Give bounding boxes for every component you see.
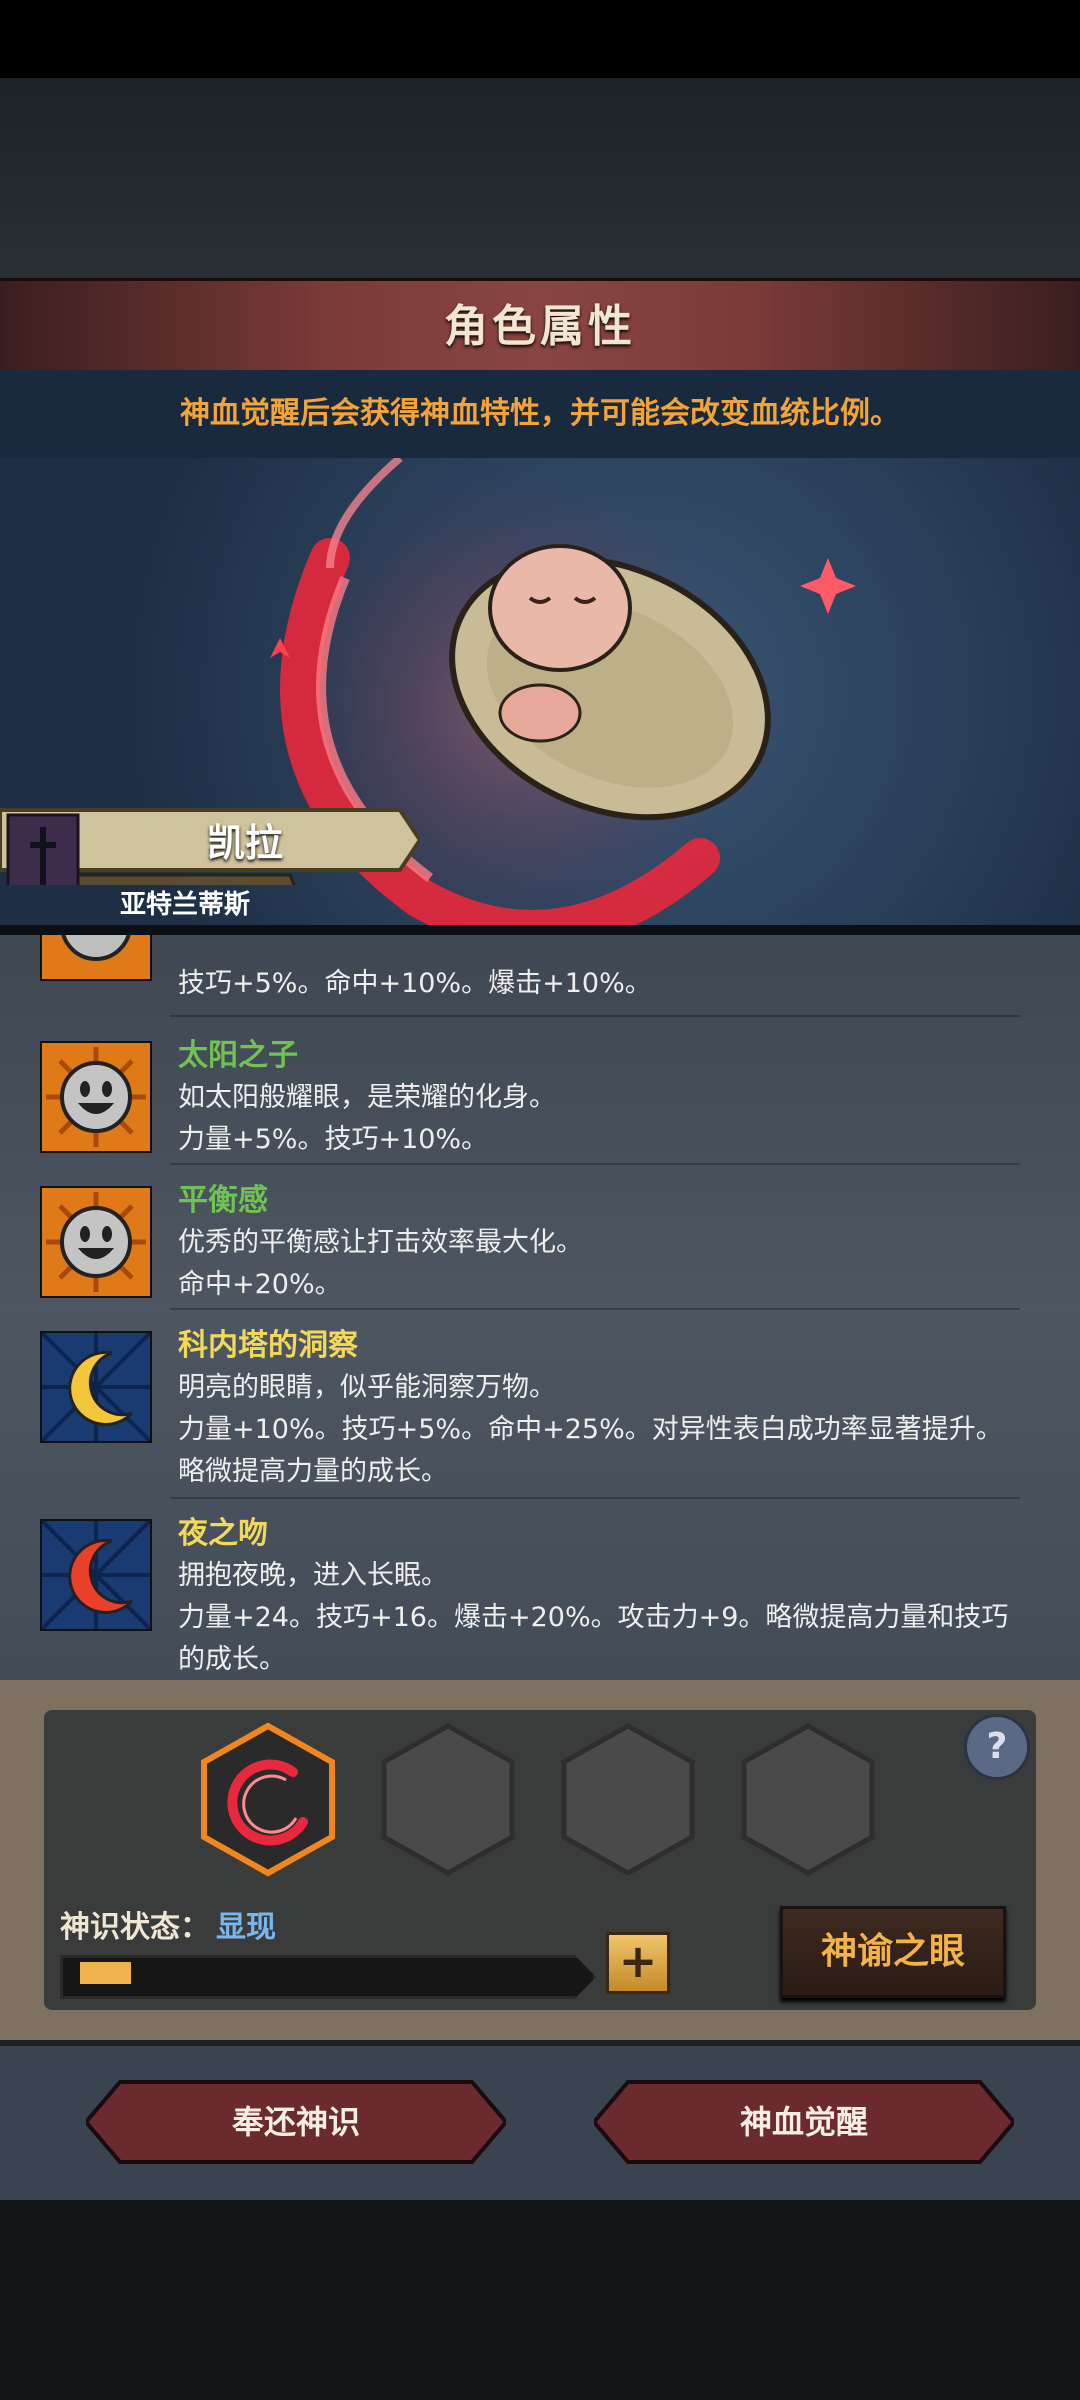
trait-description: 拥抱夜晚，进入长眠。 (178, 1560, 448, 1591)
trait-effect: 力量+5%。技巧+10%。 (178, 1124, 489, 1155)
divider (170, 1308, 1020, 1310)
divider (170, 1497, 1020, 1499)
blood-awaken-label: 神血觉醒 (739, 2103, 868, 2141)
divine-progress-bar (60, 1955, 596, 1999)
trait-effect: 的成长。 (178, 1644, 286, 1675)
divine-progress-fill (80, 1962, 131, 1984)
header-banner: 角色属性 (0, 278, 1080, 376)
bottom-background (0, 2200, 1080, 2400)
character-name: 凯拉 (206, 821, 283, 865)
trait-name: 太阳之子 (178, 1038, 298, 1073)
help-icon[interactable]: ? (964, 1714, 1030, 1780)
golden-crescent-icon (40, 1331, 152, 1443)
trait-name: 夜之吻 (178, 1516, 268, 1551)
background (0, 78, 1080, 278)
trait-description: 优秀的平衡感让打击效率最大化。 (178, 1227, 583, 1258)
list-item: 技巧+5%。命中+10%。爆击+10%。 (40, 935, 1050, 1013)
trait-effect: 命中+20%。 (178, 1269, 342, 1300)
status-bar (0, 0, 1080, 78)
trait-description: 如太阳般耀眼，是荣耀的化身。 (178, 1082, 556, 1113)
list-item: 夜之吻 拥抱夜晚，进入长眠。 力量+24。技巧+16。爆击+20%。攻击力+9。… (40, 1513, 1050, 1680)
red-crescent-icon (40, 1519, 152, 1631)
oracle-eye-button[interactable]: 神谕之眼 (780, 1906, 1006, 1998)
divider (0, 925, 1080, 935)
trait-effect: 力量+10%。技巧+5%。命中+25%。对异性表白成功率显著提升。 (178, 1414, 1003, 1445)
awakening-notice: 神血觉醒后会获得神血特性，并可能会改变血统比例。 (0, 370, 1080, 458)
trait-list[interactable]: 技巧+5%。命中+10%。爆击+10%。 太阳之子 如太阳般耀眼，是荣耀的化身。… (0, 935, 1080, 1680)
list-item: 科内塔的洞察 明亮的眼睛，似乎能洞察万物。 力量+10%。技巧+5%。命中+25… (40, 1325, 1050, 1495)
smiley-sun-icon (40, 1041, 152, 1153)
page-title: 角色属性 (444, 301, 636, 352)
divine-slot-filled[interactable] (198, 1722, 338, 1877)
trait-name: 平衡感 (178, 1183, 268, 1218)
divine-slot-empty[interactable] (738, 1722, 878, 1877)
trait-name: 科内塔的洞察 (178, 1328, 358, 1363)
return-divine-label: 奉还神识 (231, 2103, 360, 2141)
trait-effect: 技巧+5%。命中+10%。爆击+10%。 (178, 968, 652, 999)
trait-effect: 略微提高力量的成长。 (178, 1456, 448, 1487)
list-item: 平衡感 优秀的平衡感让打击效率最大化。 命中+20%。 (40, 1180, 1050, 1310)
divine-state-label: 神识状态： (60, 1910, 210, 1945)
divine-slot-empty[interactable] (378, 1722, 518, 1877)
divine-slot-empty[interactable] (558, 1722, 698, 1877)
divine-state-value: 显现 (216, 1910, 276, 1945)
blood-awaken-button[interactable]: 神血觉醒 (594, 2080, 1014, 2164)
character-lineage: 亚特兰蒂斯 (119, 890, 250, 920)
smiley-sun-icon (40, 935, 152, 981)
return-divine-button[interactable]: 奉还神识 (86, 2080, 506, 2164)
plus-icon[interactable]: + (606, 1932, 670, 1994)
trait-description: 明亮的眼睛，似乎能洞察万物。 (178, 1372, 556, 1403)
list-item: 太阳之子 如太阳般耀眼，是荣耀的化身。 力量+5%。技巧+10%。 (40, 1035, 1050, 1165)
divider (170, 1163, 1020, 1165)
trait-effect: 力量+24。技巧+16。爆击+20%。攻击力+9。略微提高力量和技巧 (178, 1602, 1009, 1633)
divider (170, 1015, 1020, 1017)
smiley-sun-icon (40, 1186, 152, 1298)
